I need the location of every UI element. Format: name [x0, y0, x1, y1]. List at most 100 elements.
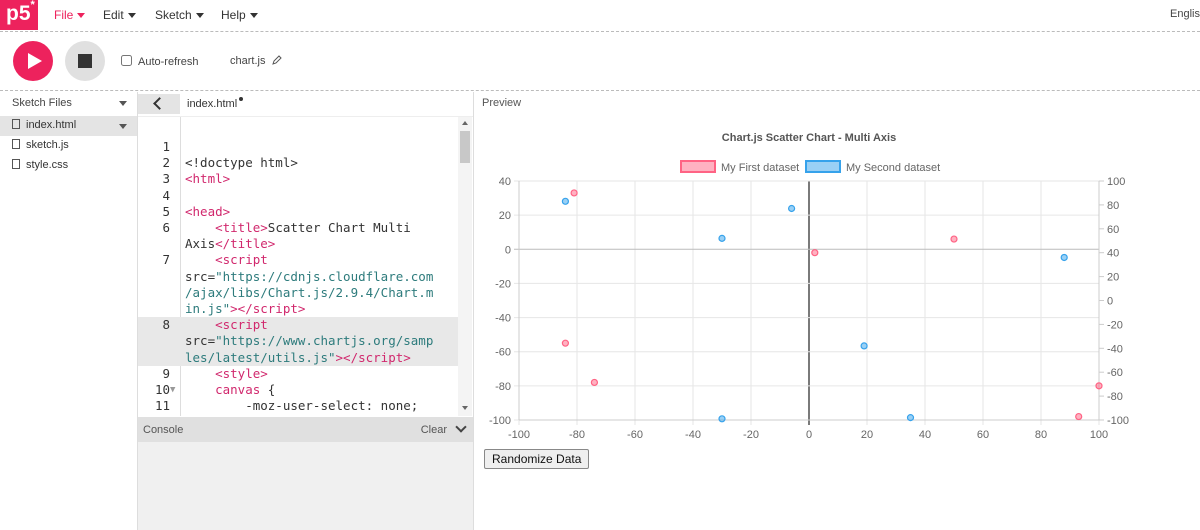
p5-logo[interactable]: p5* — [0, 0, 38, 30]
edit-menu-label: Edit — [103, 8, 124, 22]
y-right-tick-label: -40 — [1107, 343, 1123, 355]
code-line[interactable]: src="https://www.chartjs.org/samp — [138, 333, 458, 350]
edit-menu[interactable]: Edit — [103, 8, 136, 22]
dataset1-point — [950, 235, 958, 243]
unsaved-dot-icon — [239, 97, 244, 101]
sketch-name[interactable]: chart.js — [230, 55, 282, 67]
help-menu[interactable]: Help — [221, 8, 258, 22]
code-line[interactable]: 10 ▼ canvas { — [138, 382, 458, 398]
file-menu[interactable]: File — [54, 8, 86, 22]
scroll-up-icon[interactable] — [462, 121, 468, 125]
scroll-down-icon[interactable] — [462, 406, 468, 410]
dataset2-point — [718, 234, 726, 242]
auto-refresh-checkbox[interactable] — [121, 55, 132, 66]
dataset1-point — [811, 249, 819, 257]
line-number: 9 — [162, 365, 170, 381]
y-left-tick-label: -100 — [489, 415, 511, 427]
line-number: 7 — [162, 252, 170, 268]
y-left-tick-label: -20 — [495, 278, 511, 290]
line-number: 5 — [162, 203, 170, 219]
x-tick-label: -60 — [627, 429, 643, 441]
pencil-icon[interactable] — [271, 55, 282, 65]
chart-title: Chart.js Scatter Chart - Multi Axis — [722, 132, 896, 144]
file-item-index-html[interactable]: index.html — [0, 116, 137, 136]
editor-file-tab[interactable]: index.html — [187, 97, 244, 110]
console-clear-button[interactable]: Clear — [421, 424, 447, 436]
y-left-tick-label: -40 — [495, 313, 511, 325]
code-text: in.js"></script> — [185, 301, 306, 316]
preview-panel: Preview Chart.js Scatter Chart - Multi A… — [473, 92, 1200, 530]
dataset2-point — [788, 204, 796, 213]
file-name: sketch.js — [26, 139, 69, 151]
dataset1-point — [561, 339, 570, 347]
code-text: <!doctype html> — [185, 155, 298, 171]
code-line[interactable]: 9 <style> — [138, 366, 458, 382]
file-name: index.html — [26, 119, 77, 131]
chevron-down-icon — [77, 13, 86, 19]
code-line[interactable]: 2 <!doctype html> — [138, 155, 458, 171]
logo-asterisk: * — [30, 0, 35, 11]
file-icon — [12, 159, 20, 169]
code-line[interactable]: les/latest/utils.js"></script> — [138, 349, 458, 366]
chevron-down-icon[interactable] — [119, 124, 127, 129]
code-line[interactable]: 11 -moz-user-select: none; — [138, 398, 458, 414]
code-line[interactable]: /ajax/libs/Chart.js/2.9.4/Chart.m — [138, 285, 458, 301]
code-line[interactable]: 8 <script — [138, 317, 458, 334]
code-line[interactable]: src="https://cdnjs.cloudflare.com — [138, 269, 458, 285]
dataset2-point — [860, 342, 868, 350]
toolbar: Auto-refresh chart.js — [0, 33, 1200, 91]
collapse-sidebar-button[interactable] — [138, 94, 180, 114]
code-line[interactable]: 5 <head> — [138, 204, 458, 220]
dataset2-point — [718, 415, 726, 423]
file-name: style.css — [26, 159, 69, 171]
chevron-down-icon — [127, 13, 136, 19]
code-line[interactable]: 6 <title>Scatter Chart Multi — [138, 220, 458, 236]
code-text: canvas { — [215, 382, 276, 397]
y-left-tick-label: -60 — [495, 347, 511, 359]
line-number: 2 — [162, 155, 170, 171]
legend-label: My First dataset — [721, 162, 799, 174]
x-tick-label: 60 — [977, 429, 989, 441]
code-line[interactable]: 1 — [138, 139, 458, 155]
line-number: 4 — [162, 187, 170, 203]
x-tick-label: 20 — [861, 429, 873, 441]
chevron-down-icon[interactable] — [119, 101, 127, 106]
file-item-style-css[interactable]: style.css — [0, 156, 137, 176]
legend-swatch — [680, 160, 716, 173]
code-text: <script — [215, 317, 268, 333]
line-number: 11 — [154, 398, 170, 414]
code-line[interactable]: Axis</title> — [138, 236, 458, 252]
code-line[interactable]: in.js"></script> — [138, 301, 458, 317]
sketch-menu[interactable]: Sketch — [155, 8, 204, 22]
y-right-tick-label: 60 — [1107, 224, 1119, 236]
x-tick-label: -80 — [569, 429, 585, 441]
dataset1-point — [1075, 412, 1083, 421]
y-right-tick-label: 0 — [1107, 296, 1113, 308]
code-line[interactable]: 7 <script — [138, 252, 458, 268]
code-line[interactable]: 3 <html> — [138, 171, 458, 187]
chevron-down-icon — [249, 13, 258, 19]
y-right-tick-label: -100 — [1107, 415, 1129, 427]
language-menu[interactable]: Englis — [1170, 8, 1200, 20]
sketch-files-header[interactable]: Sketch Files — [0, 92, 137, 116]
y-right-tick-label: -20 — [1107, 319, 1123, 331]
stop-button[interactable] — [65, 41, 105, 81]
chevron-down-icon[interactable] — [455, 421, 467, 433]
console-panel: Console Clear — [138, 417, 473, 530]
dataset2-point — [906, 414, 915, 422]
fold-icon[interactable]: ▼ — [170, 382, 175, 398]
y-left-tick-label: 40 — [499, 176, 511, 188]
y-right-tick-label: 100 — [1107, 176, 1125, 188]
randomize-data-button[interactable]: Randomize Data — [484, 449, 590, 469]
code-line[interactable]: 4 — [138, 188, 458, 204]
auto-refresh-toggle[interactable]: Auto-refresh — [121, 55, 199, 68]
x-tick-label: 100 — [1090, 429, 1108, 441]
code-editor[interactable]: 1 2 <!doctype html> 3 <html> 4 5 <head> 6 <title… — [138, 116, 473, 416]
file-item-sketch-js[interactable]: sketch.js — [0, 136, 137, 156]
y-left-tick-label: 20 — [499, 210, 511, 222]
play-button[interactable] — [13, 41, 53, 81]
line-number: 6 — [162, 220, 170, 235]
file-menu-label: File — [54, 8, 74, 22]
scrollbar-thumb[interactable] — [460, 131, 470, 163]
editor-scrollbar[interactable] — [458, 117, 472, 416]
